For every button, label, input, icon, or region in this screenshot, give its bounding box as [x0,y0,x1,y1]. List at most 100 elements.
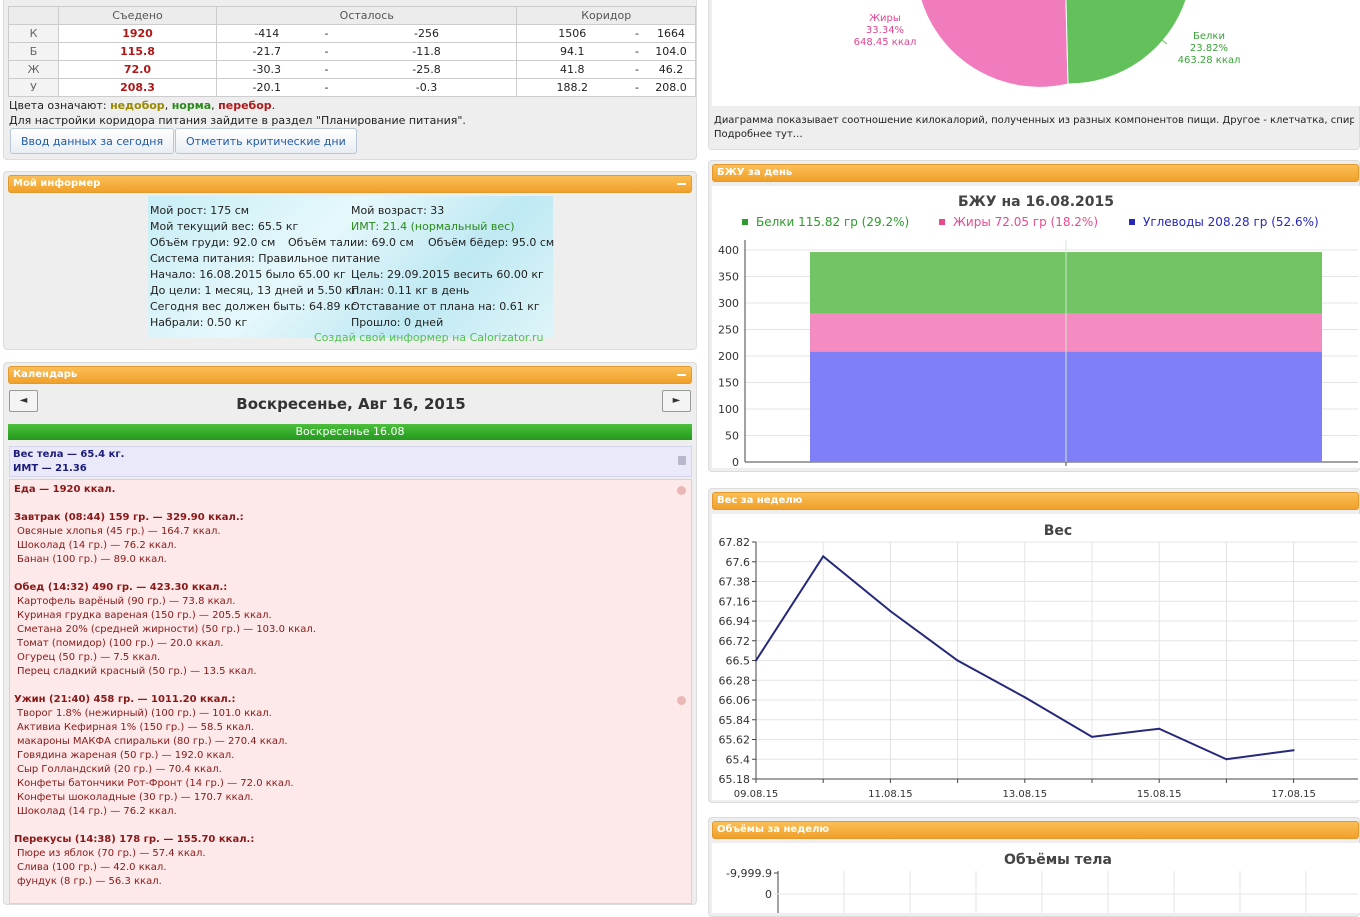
weight-entry[interactable]: Вес тела — 65.4 кг. ИМТ — 21.36 [9,446,692,477]
dash: - [626,42,647,61]
corridor-min: 188.2 [516,78,627,97]
food-item: Сметана 20% (средней жирности) (50 гр.) … [17,624,316,635]
y-tick-label: 67.16 [719,595,751,608]
weight-chart: Вес 65.18 65.4 65.62 65.84 66.06 66.28 66.5 66.7… [719,523,1358,800]
food-total: Еда — 1920 ккал. [14,484,116,495]
y-tick-label: 300 [718,297,739,310]
volume-chart-area: Объёмы тела -9,999.9 0 [712,843,1360,913]
row-label: Б [8,42,59,61]
lag-info: Отставание от плана на: 0.61 кг [351,300,540,313]
x-tick-label: 15.08.15 [1137,789,1182,800]
pie-label-protein-pct: 23.82% [1190,43,1228,54]
meal-title-lunch: Обед (14:32) 490 гр. — 423.30 ккал.: [14,582,228,593]
table-row: Ж 72.0 -30.3 - -25.8 41.8 - 46.2 [8,60,696,79]
food-item: Слива (100 гр.) — 42.0 ккал. [17,862,167,873]
volume-header: Объёмы за неделю [712,821,1359,839]
goal-info: Цель: 29.09.2015 весить 60.00 кг [351,268,544,281]
kcal-summary-panel: Съедено Осталось Коридор К 1920 -414 - -… [3,0,697,160]
to-goal-info: До цели: 1 месяц, 13 дней и 5.50 кг [150,284,358,297]
dash: - [316,78,337,97]
food-item: Овсяные хлопья (45 гр.) — 164.7 ккал. [17,526,221,537]
minimize-icon[interactable] [677,374,686,376]
y-tick-label: 150 [718,377,739,390]
corridor-max: 208.0 [646,78,696,97]
volume-panel: Объёмы за неделю Объёмы тела -9,999.9 0 [708,817,1360,917]
row-label: У [8,78,59,97]
mark-critical-days-button[interactable]: Отметить критические дни [175,128,357,154]
food-item: Перец сладкий красный (50 гр.) — 13.5 кк… [17,666,257,677]
panel-title: Объёмы за неделю [717,824,830,835]
legend-norm: норма [171,99,212,112]
volume-chart: Объёмы тела -9,999.9 0 [726,852,1358,913]
food-item: Сыр Голландский (20 гр.) — 70.4 ккал. [17,764,222,775]
data-point [956,659,959,662]
dash: - [626,78,647,97]
corridor-max: 1664 [646,24,696,43]
waist-info: Объём талии: 69.0 см [288,236,414,249]
informer-header: Мой информер [8,175,692,193]
bju-chart-area: БЖУ на 16.08.2015 Белки 115.82 гр (29.2%)… [712,186,1360,469]
chart-title: Объёмы тела [1004,852,1112,868]
remaining-min: -30.3 [216,60,317,79]
dash: - [316,60,337,79]
legend-entry: Жиры 72.05 гр (18.2%) [953,215,1098,229]
next-day-button[interactable]: ► [662,390,691,412]
bju-chart: БЖУ на 16.08.2015 Белки 115.82 гр (29.2%)… [718,194,1358,469]
y-tick-label: 65.18 [719,773,751,786]
meal-title-dinner: Ужин (21:40) 458 гр. — 1011.20 ккал.: [14,694,236,705]
y-tick-label: 66.28 [719,674,751,687]
hips-info: Объём бёдер: 95.0 см [428,236,555,249]
y-tick-label: 65.84 [719,714,751,727]
header-eaten: Съедено [58,6,217,25]
legend-under: недобор [110,99,165,112]
food-item: Огурец (50 гр.) — 7.5 ккал. [17,652,161,663]
y-tick-label: 65.4 [726,753,751,766]
right-column: Жиры 33.34% 648.45 ккал Белки 23.82% 463… [706,0,1360,917]
food-item: макароны МАКФА спиральки (80 гр.) — 270.… [17,736,288,747]
table-row: Б 115.8 -21.7 - -11.8 94.1 - 104.0 [8,42,696,61]
row-label: К [8,24,59,43]
minimize-icon[interactable] [677,183,686,185]
food-item: Активиа Кефирная 1% (150 гр.) — 58.5 кка… [17,722,254,733]
chest-info: Объём груди: 92.0 см [150,236,276,249]
row-label: Ж [8,60,59,79]
pie-more-link[interactable]: Подробнее тут… [714,129,803,140]
panel-title: Мой информер [13,178,101,189]
panel-title: Вес за неделю [717,495,803,506]
bju-header: БЖУ за день [712,164,1359,182]
data-point [1225,758,1228,761]
edit-icon[interactable] [677,486,686,495]
y-tick-label: 66.5 [726,655,751,668]
legend-marker [1129,219,1135,225]
header-corridor: Коридор [516,6,696,25]
passed-info: Прошло: 0 дней [351,316,444,329]
informer-promo-link[interactable]: Создай свой информер на Calorizator.ru [314,331,543,344]
edit-icon[interactable] [677,696,686,705]
pie-slice-fat[interactable] [920,0,1069,88]
enter-today-button[interactable]: Ввод данных за сегодня [10,128,175,154]
data-point [822,555,825,558]
weight-info: Мой текущий вес: 65.5 кг [150,220,299,233]
pie-chart: Жиры 33.34% 648.45 ккал Белки 23.82% 463… [854,0,1240,88]
informer-card[interactable]: Мой рост: 175 см Мой возраст: 33 Мой тек… [148,196,555,344]
food-item: Куриная грудка вареная (150 гр.) — 205.5… [17,610,272,621]
food-item: фундук (8 гр.) — 56.3 ккал. [17,876,162,887]
weight-line: Вес тела — 65.4 кг. [13,449,125,460]
delete-icon[interactable] [678,456,686,465]
y-tick-label: 50 [725,430,739,443]
calendar-header: Календарь [8,366,692,384]
left-column: Съедено Осталось Коридор К 1920 -414 - -… [0,0,700,905]
remaining-min: -20.1 [216,78,317,97]
corridor-min: 1506 [516,24,627,43]
eaten-value: 1920 [58,24,217,43]
remaining-max: -256 [336,24,518,43]
food-item: Конфеты батончики Рот-Фронт (14 гр.) — 7… [17,778,294,789]
pie-slice-protein[interactable] [1065,0,1188,85]
legend-entry: Белки 115.82 гр (29.2%) [756,215,909,229]
remaining-min: -21.7 [216,42,317,61]
pie-label-protein: Белки [1193,31,1225,42]
food-entry[interactable]: Еда — 1920 ккал. Завтрак (08:44) 159 гр.… [9,479,692,904]
y-tick-label: 66.94 [719,615,751,628]
eaten-value: 208.3 [58,78,217,97]
plan-info: План: 0.11 кг в день [351,284,470,297]
